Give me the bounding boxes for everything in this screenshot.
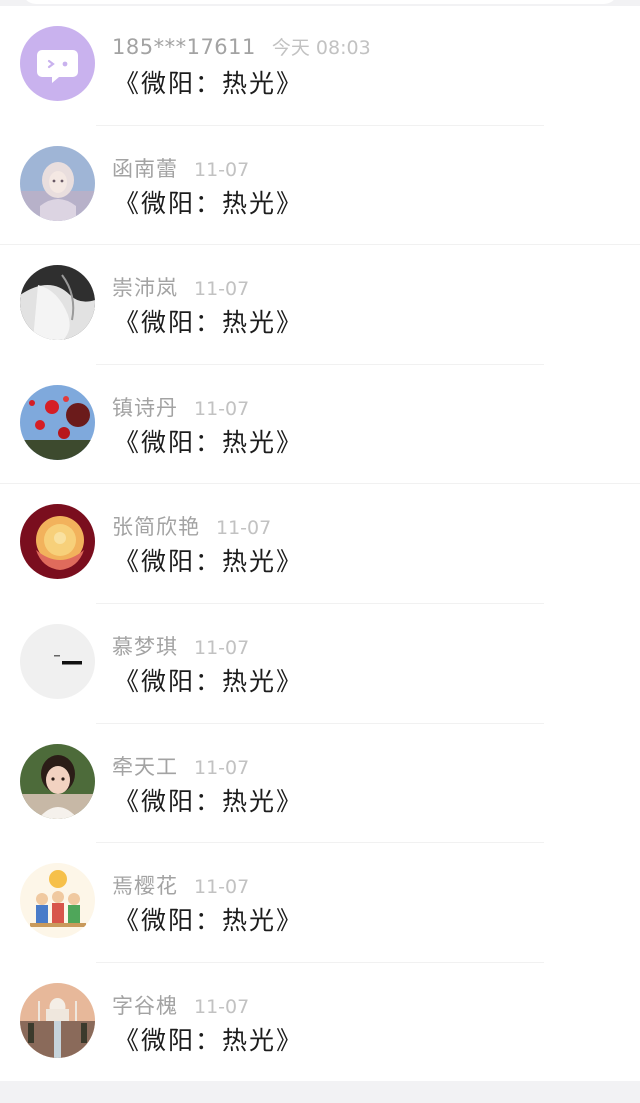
list-item[interactable]: 镇诗丹 11-07 《微阳：热光》 [0, 365, 640, 485]
rose-avatar[interactable] [20, 504, 95, 580]
item-title[interactable]: 《微阳：热光》 [114, 303, 303, 339]
item-title[interactable]: 《微阳：热光》 [114, 901, 303, 937]
username[interactable]: 焉樱花 [112, 870, 178, 900]
bottom-spacer [0, 1081, 640, 1103]
item-title[interactable]: 《微阳：热光》 [114, 1021, 303, 1057]
item-title[interactable]: 《微阳：热光》 [114, 542, 303, 578]
timestamp: 11-07 [194, 397, 250, 420]
timestamp: 今天 08:03 [271, 37, 371, 59]
girl-doll-avatar[interactable] [20, 145, 95, 221]
list-item[interactable]: 崇沛岚 11-07 《微阳：热光》 [0, 245, 640, 365]
child-photo-avatar[interactable] [20, 743, 95, 819]
list-item[interactable]: 牵天工 11-07 《微阳：热光》 [0, 724, 640, 844]
timestamp: 11-07 [194, 636, 250, 659]
username[interactable]: 镇诗丹 [112, 392, 178, 422]
username[interactable]: 崇沛岚 [112, 272, 178, 302]
fabric-avatar[interactable] [20, 265, 95, 341]
list-item[interactable]: 函南蕾 11-07 《微阳：热光》 [0, 126, 640, 246]
item-title[interactable]: 《微阳：热光》 [114, 782, 303, 818]
list-item[interactable]: 185***17611 今天 08:03 《微阳：热光》 [0, 6, 640, 126]
chat-bubble-avatar[interactable] [20, 26, 95, 101]
item-title[interactable]: 《微阳：热光》 [114, 423, 303, 459]
username[interactable]: 185***17611 [112, 35, 256, 59]
timestamp: 11-07 [194, 876, 250, 899]
cartoon-family-avatar[interactable] [20, 863, 95, 939]
timestamp: 11-07 [194, 278, 250, 301]
username[interactable]: 函南蕾 [112, 153, 178, 183]
list-item[interactable]: 张简欣艳 11-07 《微阳：热光》 [0, 484, 640, 604]
timestamp: 11-07 [194, 158, 250, 181]
notification-list: 185***17611 今天 08:03 《微阳：热光》 函南蕾 11-07 《… [0, 6, 640, 1083]
item-title[interactable]: 《微阳：热光》 [114, 184, 303, 220]
item-title[interactable]: 《微阳：热光》 [114, 64, 303, 100]
red-balloons-avatar[interactable] [20, 384, 95, 460]
item-title[interactable]: 《微阳：热光》 [114, 662, 303, 698]
username[interactable]: 牵天工 [112, 751, 178, 781]
timestamp: 11-07 [216, 517, 272, 540]
taj-mahal-avatar[interactable] [20, 982, 95, 1058]
username[interactable]: 字谷槐 [112, 990, 178, 1020]
timestamp: 11-07 [194, 756, 250, 779]
list-item[interactable]: 字谷槐 11-07 《微阳：热光》 [0, 963, 640, 1083]
minimal-dash-avatar[interactable] [20, 623, 95, 699]
username[interactable]: 张简欣艳 [112, 511, 200, 541]
list-item[interactable]: 慕梦琪 11-07 《微阳：热光》 [0, 604, 640, 724]
username[interactable]: 慕梦琪 [112, 631, 178, 661]
timestamp: 11-07 [194, 995, 250, 1018]
list-item[interactable]: 焉樱花 11-07 《微阳：热光》 [0, 843, 640, 963]
